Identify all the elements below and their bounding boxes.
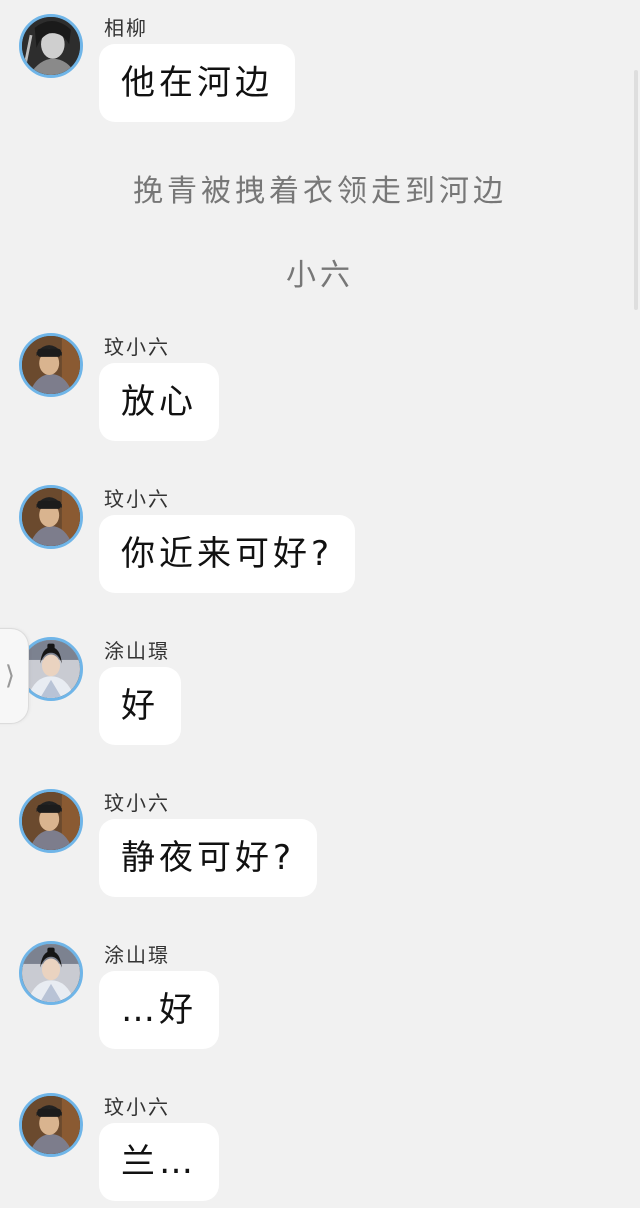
side-drawer-tab[interactable]: ⟩: [0, 628, 29, 724]
message-bubble[interactable]: …好: [99, 971, 219, 1049]
message-bubble[interactable]: 兰…: [99, 1123, 219, 1201]
sender-name: 相柳: [104, 16, 148, 40]
sender-name: 涂山璟: [104, 943, 170, 967]
tushanjing-avatar-icon[interactable]: [19, 941, 83, 1005]
narration-line: 小六: [286, 258, 354, 293]
message-bubble[interactable]: 放心: [99, 363, 219, 441]
xiangliu-avatar-icon[interactable]: [19, 14, 83, 78]
scrollbar-thumb[interactable]: [634, 70, 638, 310]
sender-name: 玟小六: [104, 487, 170, 511]
wenxiaoliu-avatar-icon[interactable]: [19, 333, 83, 397]
wenxiaoliu-avatar-icon[interactable]: [19, 1093, 83, 1157]
message-bubble[interactable]: 你近来可好?: [99, 515, 356, 593]
narration-line: 挽青被拽着衣领走到河边: [133, 174, 507, 209]
wenxiaoliu-avatar-icon[interactable]: [19, 485, 83, 549]
chat-thread[interactable]: 相柳 他在河边 挽青被拽着衣领走到河边 小六 玟小六 放心 玟小六 你近来可好?…: [0, 0, 640, 1208]
message-bubble[interactable]: 好: [99, 667, 181, 745]
scrollbar[interactable]: [632, 70, 640, 310]
sender-name: 玟小六: [104, 791, 170, 815]
message-bubble[interactable]: 他在河边: [99, 44, 295, 122]
chevron-right-icon: ⟩: [4, 661, 16, 691]
wenxiaoliu-avatar-icon[interactable]: [19, 789, 83, 853]
sender-name: 玟小六: [104, 335, 170, 359]
sender-name: 玟小六: [104, 1095, 170, 1119]
message-bubble[interactable]: 静夜可好?: [99, 819, 318, 897]
sender-name: 涂山璟: [104, 639, 170, 663]
